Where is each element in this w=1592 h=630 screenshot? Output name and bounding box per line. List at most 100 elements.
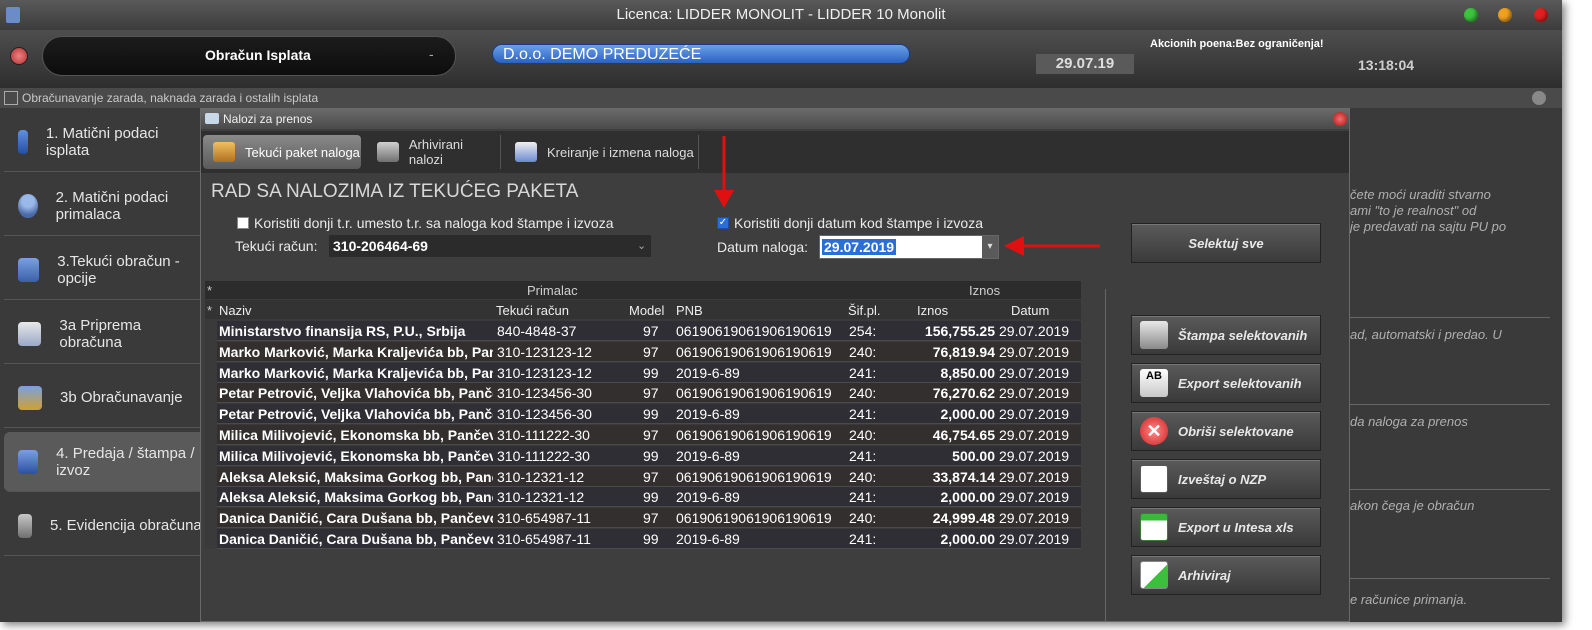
order-date-value: 29.07.2019 — [822, 239, 897, 255]
menu-item-evidencija[interactable]: 5. Evidencija obračuna — [4, 496, 204, 556]
delete-selected-button[interactable]: ✕ Obriši selektovane — [1131, 411, 1321, 451]
help-divider — [1350, 404, 1550, 405]
module-selector[interactable]: Obračun Isplata - — [42, 36, 456, 76]
menu-item-priprema[interactable]: 3a Priprema obračuna — [4, 304, 204, 364]
table-row[interactable]: Petar Petrović, Veljka Vlahovića bb, Pan… — [217, 404, 1081, 425]
header-racun[interactable]: Tekući račun — [496, 303, 569, 318]
header-datum[interactable]: Datum — [1011, 303, 1049, 318]
menu-item-maticni-isplata[interactable]: 1. Matični podaci isplata — [4, 112, 204, 172]
menu-item-tekuci-obracun[interactable]: 3.Tekući obračun - opcije — [4, 240, 204, 300]
menu-item-obracunavanje[interactable]: 3b Obračunavanje — [4, 368, 204, 428]
table-header-top — [205, 281, 1081, 299]
help-text-line: e računice primanja. — [1350, 592, 1468, 607]
account-combo[interactable]: 310-206464-69 ⌄ — [329, 235, 651, 257]
building-icon — [18, 129, 28, 154]
cell-naziv: Marko Marković, Marka Kraljevića bb, Pan… — [219, 343, 493, 360]
cell-datum: 29.07.2019 — [999, 489, 1070, 506]
cell-sif: 241: — [849, 364, 877, 381]
minimize-icon[interactable] — [1498, 8, 1512, 22]
date-label: Datum naloga: — [717, 239, 809, 255]
export-selected-label: Export selektovanih — [1178, 375, 1302, 391]
cell-iznos: 33,874.14 — [932, 468, 995, 485]
cell-model: 99 — [643, 447, 659, 464]
menu-item-predaja[interactable]: 4. Predaja / štampa / izvoz — [4, 432, 204, 492]
cell-racun: 310-123456-30 — [497, 385, 592, 402]
subbar-close-icon[interactable] — [1532, 91, 1546, 105]
table-row[interactable]: Marko Marković, Marka Kraljevića bb, Pan… — [217, 362, 1081, 383]
date-dropdown-icon[interactable]: ▾ — [982, 236, 998, 258]
cell-iznos: 2,000.00 — [940, 406, 996, 423]
dialog-close-icon[interactable] — [1333, 112, 1347, 126]
cell-model: 99 — [643, 531, 659, 547]
archive-button[interactable]: Arhiviraj — [1131, 555, 1321, 595]
help-divider — [1350, 489, 1550, 490]
export-selected-button[interactable]: AB Export selektovanih — [1131, 363, 1321, 403]
cell-pnb: 06190619061906190619 — [676, 343, 832, 360]
table-row[interactable]: Ministarstvo finansija RS, P.U., Srbija 8… — [217, 321, 1081, 341]
table-row[interactable]: Marko Marković, Marka Kraljevića bb, Pan… — [217, 341, 1081, 362]
header-model[interactable]: Model — [629, 303, 664, 318]
menu-item-label: 3a Priprema obračuna — [59, 316, 142, 351]
use-account-checkbox[interactable] — [237, 217, 249, 229]
module-subtitle: Obračunavanje zarada, naknada zarada i o… — [22, 91, 319, 105]
cell-iznos: 76,270.62 — [932, 385, 995, 402]
cell-racun: 310-111222-30 — [497, 427, 590, 443]
menu-item-maticni-primalaca[interactable]: 2. Matični podaci primalaca — [4, 176, 204, 236]
document-database-icon — [18, 321, 42, 346]
section-title: RAD SA NALOZIMA IZ TEKUĆEG PAKETA — [211, 181, 579, 202]
printer-icon — [1140, 321, 1168, 349]
header-iznos[interactable]: Iznos — [917, 303, 948, 318]
database-check-icon — [18, 257, 40, 282]
table-row[interactable]: Milica Milivojević, Ekonomska bb, Pančev… — [217, 425, 1081, 445]
cell-datum: 29.07.2019 — [999, 427, 1070, 443]
cell-racun: 310-654987-11 — [497, 510, 591, 527]
tab-label: Tekući paket naloga — [245, 144, 360, 160]
company-name: D.o.o. DEMO PREDUZEĆE — [492, 44, 910, 64]
cell-sif: 241: — [849, 406, 877, 423]
cell-datum: 29.07.2019 — [999, 510, 1070, 527]
maximize-icon[interactable] — [1464, 8, 1478, 22]
cell-sif: 241: — [849, 447, 877, 464]
header-naziv[interactable]: Naziv — [219, 303, 252, 318]
order-date-input[interactable]: 29.07.2019 ▾ — [819, 235, 999, 259]
menu-item-label: 3.Tekući obračun - opcije — [57, 252, 180, 287]
cell-pnb: 2019-6-89 — [676, 364, 740, 381]
tab-arhivirani[interactable]: Arhivirani nalozi — [367, 135, 501, 169]
chevron-down-icon[interactable]: ⌄ — [637, 235, 646, 257]
use-date-checkbox[interactable]: ✓ — [717, 217, 729, 229]
select-all-button[interactable]: Selektuj sve — [1131, 223, 1321, 263]
cell-iznos: 2,000.00 — [940, 531, 996, 547]
star-marker: * — [207, 303, 213, 318]
help-text-line: je predavati na sajtu PU po — [1350, 219, 1507, 234]
cell-pnb: 06190619061906190619 — [676, 323, 832, 339]
tab-tekuci-paket[interactable]: Tekući paket naloga — [203, 135, 361, 169]
header-pnb[interactable]: PNB — [676, 303, 703, 318]
dialog-title-bar: Nalozi za prenos — [201, 109, 1349, 129]
close-icon[interactable] — [1534, 8, 1548, 22]
cell-naziv: Milica Milivojević, Ekonomska bb, Pančev… — [219, 447, 493, 464]
database-star-icon — [18, 385, 42, 410]
cell-model: 97 — [643, 385, 659, 402]
database-icon — [18, 513, 32, 538]
header-sif[interactable]: Šif.pl. — [848, 303, 881, 318]
tab-kreiranje[interactable]: Kreiranje i izmena naloga — [505, 135, 699, 169]
table-row[interactable]: Aleksa Aleksić, Maksima Gorkog bb, Panče… — [217, 466, 1081, 487]
power-icon[interactable] — [10, 47, 28, 65]
help-text-line: ami "to je realnost" od — [1350, 203, 1477, 218]
help-divider — [1350, 317, 1550, 318]
star-marker: * — [207, 283, 213, 298]
table-row[interactable]: Danica Daničić, Cara Dušana bb, Pančevo 3… — [217, 508, 1081, 529]
menu-item-label: 1. Matični podaci isplata — [45, 124, 159, 159]
table-row[interactable]: Milica Milivojević, Ekonomska bb, Pančev… — [217, 445, 1081, 466]
print-selected-button[interactable]: Štampa selektovanih — [1131, 315, 1321, 355]
nzp-report-button[interactable]: Izveštaj o NZP — [1131, 459, 1321, 499]
help-divider — [1350, 578, 1550, 579]
cell-datum: 29.07.2019 — [999, 406, 1070, 423]
account-value: 310-206464-69 — [333, 238, 428, 254]
table-row[interactable]: Petar Petrović, Veljka Vlahovića bb, Pan… — [217, 383, 1081, 404]
table-row[interactable]: Danica Daničić, Cara Dušana bb, Pančevo 3… — [217, 529, 1081, 549]
table-row[interactable]: Aleksa Aleksić, Maksima Gorkog bb, Panče… — [217, 487, 1081, 508]
cell-iznos: 76,819.94 — [932, 343, 995, 360]
use-account-label: Koristiti donji t.r. umesto t.r. sa nalo… — [254, 215, 614, 231]
export-intesa-button[interactable]: Export u Intesa xls — [1131, 507, 1321, 547]
